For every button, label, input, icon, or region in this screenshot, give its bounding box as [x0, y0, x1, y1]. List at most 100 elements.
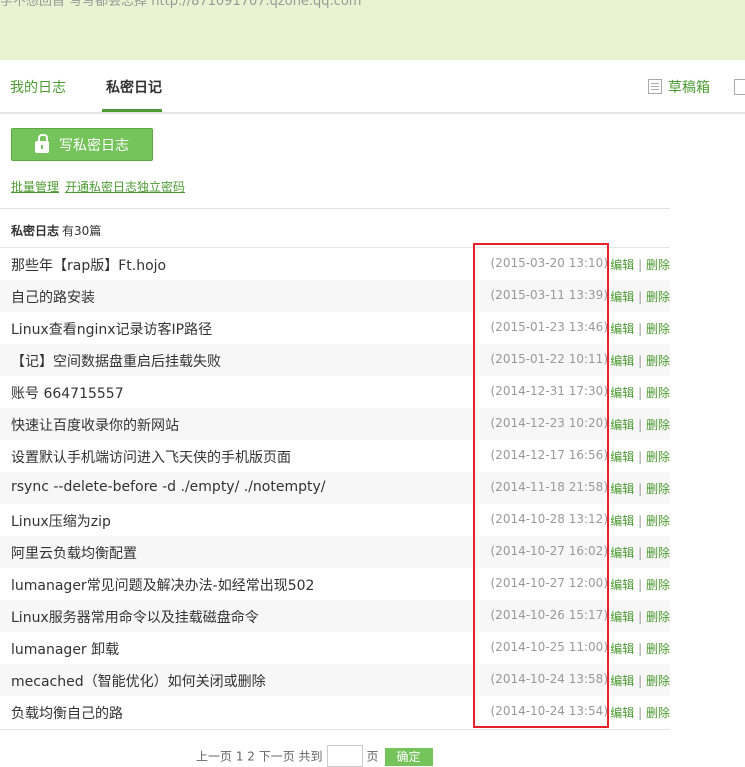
- write-private-diary-button[interactable]: 写私密日志: [11, 128, 153, 161]
- delete-link[interactable]: 删除: [646, 706, 670, 720]
- entry-actions: 编辑 | 删除: [610, 672, 670, 689]
- list-item: 快速让百度收录你的新网站 (2014-12-23 10:20) 编辑 | 删除: [0, 408, 670, 440]
- action-separator: |: [638, 290, 643, 304]
- entry-title[interactable]: 快速让百度收录你的新网站: [11, 415, 179, 435]
- entry-actions: 编辑 | 删除: [610, 608, 670, 625]
- delete-link[interactable]: 删除: [646, 418, 670, 432]
- entry-date: (2014-12-17 16:56): [490, 448, 609, 462]
- list-item: mecached（智能优化）如何关闭或删除 (2014-10-24 13:58) 编…: [0, 664, 670, 696]
- open-password-link[interactable]: 开通私密日志独立密码: [65, 180, 185, 194]
- delete-link[interactable]: 删除: [646, 322, 670, 336]
- tab-private-diary[interactable]: 私密日记: [106, 77, 162, 97]
- edit-link[interactable]: 编辑: [610, 610, 634, 624]
- entry-title[interactable]: 那些年【rap版】Ft.hojo: [11, 255, 166, 275]
- pager-text: 上一页 1 2 下一页 共到: [196, 749, 323, 764]
- entry-date: (2014-10-24 13:54): [490, 704, 609, 718]
- list-item: lumanager 卸载 (2014-10-25 11:00) 编辑 | 删除: [0, 632, 670, 664]
- entry-title[interactable]: Linux压缩为zip: [11, 511, 111, 531]
- list-header-title: 私密日志: [11, 224, 60, 238]
- delete-link[interactable]: 删除: [646, 610, 670, 624]
- go-page-button[interactable]: 确定: [384, 747, 433, 766]
- list-item: Linux查看nginx记录访客IP路径 (2015-01-23 13:46) 编辑…: [0, 312, 670, 344]
- page-number-input[interactable]: [326, 745, 363, 767]
- entry-actions: 编辑 | 删除: [610, 704, 670, 721]
- entry-actions: 编辑 | 删除: [610, 320, 670, 337]
- write-button-label: 写私密日志: [59, 137, 129, 154]
- entry-date: (2015-03-20 13:10): [490, 256, 609, 270]
- edit-link[interactable]: 编辑: [610, 386, 634, 400]
- entry-actions: 编辑 | 删除: [610, 288, 670, 305]
- edit-link[interactable]: 编辑: [610, 514, 634, 528]
- edit-link[interactable]: 编辑: [610, 546, 634, 560]
- delete-link[interactable]: 删除: [646, 578, 670, 592]
- list-header: 私密日志 有30篇: [0, 208, 670, 248]
- action-separator: |: [638, 450, 643, 464]
- delete-link[interactable]: 删除: [646, 546, 670, 560]
- delete-link[interactable]: 删除: [646, 290, 670, 304]
- list-item: 自己的路安装 (2015-03-11 13:39) 编辑 | 删除: [0, 280, 670, 312]
- entry-title[interactable]: 账号 664715557: [11, 383, 124, 403]
- delete-link[interactable]: 删除: [646, 482, 670, 496]
- top-banner: 学不想回首 写写都会忘掉 http://871091707.qzone.qq.c…: [0, 0, 745, 60]
- delete-link[interactable]: 删除: [646, 514, 670, 528]
- edit-link[interactable]: 编辑: [610, 418, 634, 432]
- entry-title[interactable]: 设置默认手机端访问进入飞天侠的手机版页面: [11, 447, 291, 467]
- edit-link[interactable]: 编辑: [610, 450, 634, 464]
- action-separator: |: [638, 610, 643, 624]
- action-separator: |: [638, 482, 643, 496]
- entry-actions: 编辑 | 删除: [610, 352, 670, 369]
- entry-title[interactable]: 负载均衡自己的路: [11, 703, 123, 723]
- list-header-count: 有30篇: [62, 224, 102, 238]
- entry-date: (2014-10-26 15:17): [490, 608, 609, 622]
- entry-actions: 编辑 | 删除: [610, 544, 670, 561]
- entry-title[interactable]: lumanager 卸载: [11, 639, 119, 659]
- recycle-bin-icon[interactable]: [734, 79, 745, 95]
- entry-title[interactable]: lumanager常见问题及解决办法-如经常出现502: [11, 575, 314, 595]
- edit-link[interactable]: 编辑: [610, 706, 634, 720]
- entry-actions: 编辑 | 删除: [610, 480, 670, 497]
- entry-title[interactable]: 【记】空间数据盘重启后挂载失败: [11, 351, 221, 371]
- list-item: 那些年【rap版】Ft.hojo (2015-03-20 13:10) 编辑 | 删…: [0, 248, 670, 280]
- delete-link[interactable]: 删除: [646, 450, 670, 464]
- tab-my-diary[interactable]: 我的日志: [10, 77, 66, 97]
- entry-date: (2015-03-11 13:39): [490, 288, 609, 302]
- entry-title[interactable]: 阿里云负载均衡配置: [11, 543, 137, 563]
- edit-link[interactable]: 编辑: [610, 258, 634, 272]
- edit-link[interactable]: 编辑: [610, 322, 634, 336]
- entry-date: (2014-12-23 10:20): [490, 416, 609, 430]
- entry-actions: 编辑 | 删除: [610, 448, 670, 465]
- entry-title[interactable]: mecached（智能优化）如何关闭或删除: [11, 671, 266, 691]
- edit-link[interactable]: 编辑: [610, 290, 634, 304]
- list-item: 负载均衡自己的路 (2014-10-24 13:54) 编辑 | 删除: [0, 696, 670, 728]
- list-item: Linux压缩为zip (2014-10-28 13:12) 编辑 | 删除: [0, 504, 670, 536]
- entry-title[interactable]: 自己的路安装: [11, 287, 95, 307]
- action-separator: |: [638, 546, 643, 560]
- delete-link[interactable]: 删除: [646, 258, 670, 272]
- drafts-link[interactable]: 草稿箱: [648, 77, 710, 97]
- pagination: 上一页 1 2 下一页 共到 页确定: [196, 745, 433, 767]
- delete-link[interactable]: 删除: [646, 386, 670, 400]
- batch-manage-link[interactable]: 批量管理: [11, 180, 59, 194]
- list-item: 阿里云负载均衡配置 (2014-10-27 16:02) 编辑 | 删除: [0, 536, 670, 568]
- action-separator: |: [638, 642, 643, 656]
- action-separator: |: [638, 418, 643, 432]
- manage-links: 批量管理 开通私密日志独立密码: [11, 178, 191, 195]
- edit-link[interactable]: 编辑: [610, 674, 634, 688]
- entry-date: (2014-11-18 21:58): [490, 480, 609, 494]
- drafts-icon: [648, 79, 662, 94]
- edit-link[interactable]: 编辑: [610, 354, 634, 368]
- edit-link[interactable]: 编辑: [610, 642, 634, 656]
- delete-link[interactable]: 删除: [646, 642, 670, 656]
- entry-date: (2014-10-27 12:00): [490, 576, 609, 590]
- list-item: 【记】空间数据盘重启后挂载失败 (2015-01-22 10:11) 编辑 | 删除: [0, 344, 670, 376]
- entry-title[interactable]: Linux服务器常用命令以及挂载磁盘命令: [11, 607, 259, 627]
- entry-date: (2014-10-24 13:58): [490, 672, 609, 686]
- edit-link[interactable]: 编辑: [610, 482, 634, 496]
- edit-link[interactable]: 编辑: [610, 578, 634, 592]
- delete-link[interactable]: 删除: [646, 354, 670, 368]
- entry-actions: 编辑 | 删除: [610, 384, 670, 401]
- entry-title[interactable]: Linux查看nginx记录访客IP路径: [11, 319, 212, 339]
- action-separator: |: [638, 706, 643, 720]
- delete-link[interactable]: 删除: [646, 674, 670, 688]
- entry-title[interactable]: rsync --delete-before -d ./empty/ ./note…: [11, 479, 325, 495]
